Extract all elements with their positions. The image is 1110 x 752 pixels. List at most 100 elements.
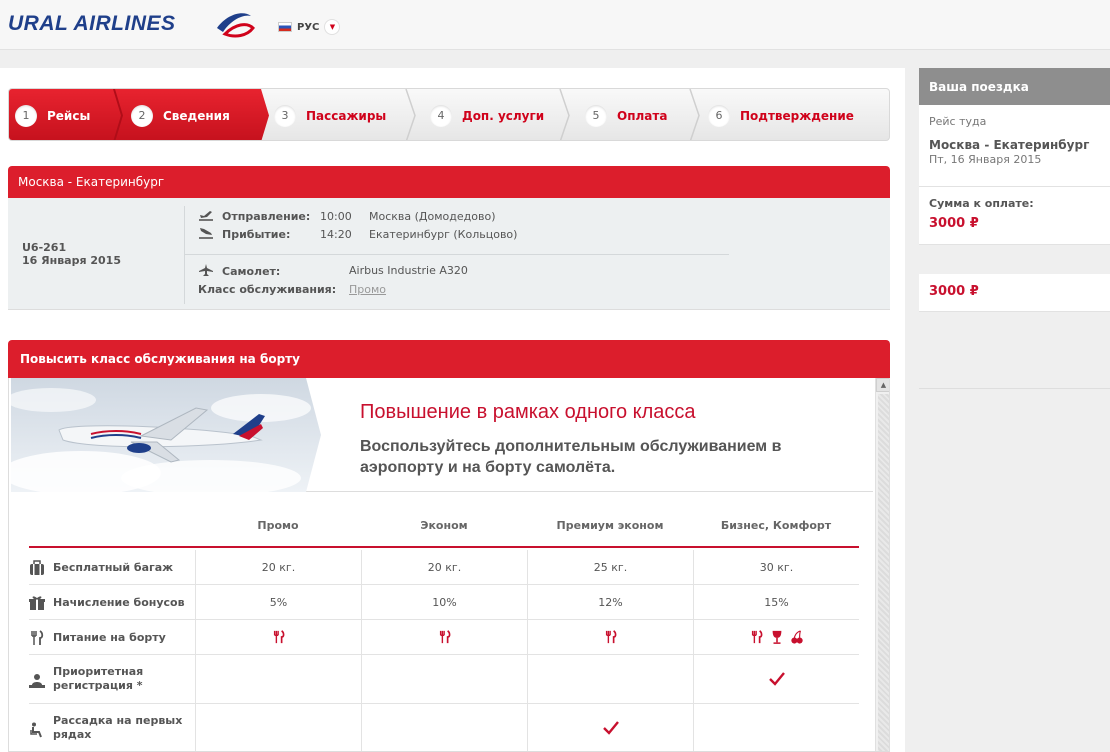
- service-class-label: Класс обслуживания:: [198, 283, 337, 296]
- gift-icon: [29, 596, 45, 610]
- row-label: Начисление бонусов: [53, 596, 185, 609]
- step-separator: [559, 89, 570, 140]
- step-label: Доп. услуги: [462, 108, 545, 123]
- step-number: 2: [131, 104, 153, 127]
- main-content: 1 Рейсы 2 Сведения 3 Пассажиры 4 Доп. ус…: [0, 68, 905, 752]
- table-row: Бесплатный багаж 20 кг. 20 кг. 25 кг. 30…: [29, 550, 859, 585]
- flight-number: U6-261: [22, 241, 67, 254]
- flight-route-header: Москва - Екатеринбург: [8, 166, 890, 198]
- table-cell: [527, 655, 693, 703]
- column-business-comfort: Бизнес, Комфорт: [720, 519, 832, 532]
- language-selector[interactable]: РУС ▼: [272, 16, 346, 38]
- table-cell: [361, 704, 527, 751]
- meal-icon: [273, 630, 284, 644]
- payment-total-card: Сумма к оплате: 3000 ₽: [919, 187, 1110, 245]
- banner-subtitle: Воспользуйтесь дополнительным обслуживан…: [360, 438, 782, 476]
- vertical-scrollbar[interactable]: ▲: [875, 378, 889, 751]
- arrival-airport: Екатеринбург (Кольцово): [369, 228, 518, 241]
- step-passengers[interactable]: 3 Пассажиры: [274, 89, 387, 140]
- step-number: 4: [430, 104, 452, 127]
- aircraft-label: Самолет:: [222, 265, 281, 278]
- scrollbar-track[interactable]: [878, 394, 889, 751]
- language-label: РУС: [297, 21, 320, 33]
- step-confirmation[interactable]: 6 Подтверждение: [708, 89, 854, 140]
- step-label: Пассажиры: [306, 108, 387, 123]
- leg-label: Рейс туда: [929, 115, 987, 128]
- airplane-icon: [199, 264, 213, 276]
- step-separator: [689, 89, 700, 140]
- table-cell: [527, 620, 693, 654]
- row-label: Питание на борту: [53, 631, 166, 644]
- meal-icon: [751, 630, 762, 644]
- table-cell: [361, 655, 527, 703]
- upgrade-banner: Повышение в рамках одного класса Восполь…: [11, 378, 873, 492]
- sidebar-title: Ваша поездка: [919, 68, 1110, 105]
- table-cell: [693, 620, 859, 654]
- step-number: 3: [274, 104, 296, 127]
- booking-steps: 1 Рейсы 2 Сведения 3 Пассажиры 4 Доп. ус…: [8, 88, 890, 141]
- meal-icon: [31, 630, 44, 645]
- top-header: URAL AIRLINES РУС ▼: [0, 0, 1110, 50]
- row-label: Приоритетная регистрация *: [53, 665, 144, 692]
- step-details[interactable]: 2 Сведения: [131, 89, 230, 140]
- airline-logo[interactable]: URAL AIRLINES: [8, 12, 176, 36]
- grand-total-price: 3000 ₽: [929, 284, 979, 299]
- step-number: 5: [585, 104, 607, 127]
- table-cell: 30 кг.: [693, 550, 859, 584]
- table-cell: 20 кг.: [361, 550, 527, 584]
- meal-icon: [605, 630, 616, 644]
- step-label: Рейсы: [47, 108, 91, 123]
- table-row: Рассадка на первых рядах: [29, 704, 859, 751]
- departure-airport: Москва (Домодедово): [369, 210, 496, 223]
- table-cell: [361, 620, 527, 654]
- table-row: Приоритетная регистрация *: [29, 655, 859, 704]
- table-cell: 12%: [527, 585, 693, 619]
- total-price: 3000 ₽: [929, 216, 979, 231]
- table-cell: [195, 655, 361, 703]
- table-cell: 10%: [361, 585, 527, 619]
- column-promo: Промо: [257, 519, 299, 532]
- step-number: 1: [15, 104, 37, 127]
- departure-label: Отправление:: [222, 210, 311, 223]
- table-row: Питание на борту: [29, 620, 859, 655]
- sidebar-date: Пт, 16 Января 2015: [929, 153, 1042, 166]
- table-header: Промо Эконом Премиум эконом Бизнес, Комф…: [29, 504, 859, 548]
- step-separator: [405, 89, 416, 140]
- table-cell: 20 кг.: [195, 550, 361, 584]
- flight-details: U6-261 16 Января 2015 Отправление: 10:00…: [8, 198, 890, 310]
- sidebar-route: Москва - Екатеринбург: [929, 138, 1090, 152]
- table-cell: 15%: [693, 585, 859, 619]
- baggage-icon: [30, 560, 44, 575]
- service-class-link[interactable]: Промо: [349, 283, 386, 296]
- arrival-label: Прибытие:: [222, 228, 291, 241]
- row-label: Рассадка на первых рядах: [53, 714, 183, 741]
- total-label: Сумма к оплате:: [929, 197, 1034, 210]
- upgrade-section-header: Повысить класс обслуживания на борту: [8, 340, 890, 378]
- checkmark-icon: [602, 721, 619, 735]
- logo-swoosh-icon: [217, 13, 255, 38]
- flight-number-date: U6-261 16 Января 2015: [22, 241, 121, 267]
- table-cell: [195, 704, 361, 751]
- step-flights[interactable]: 1 Рейсы: [15, 89, 91, 140]
- divider: [919, 388, 1110, 389]
- landing-icon: [199, 228, 213, 239]
- dessert-icon: [790, 630, 803, 644]
- step-label: Сведения: [163, 108, 230, 123]
- grand-total-card: 3000 ₽: [919, 274, 1110, 312]
- column-economy: Эконом: [420, 519, 468, 532]
- takeoff-icon: [199, 211, 213, 221]
- step-payment[interactable]: 5 Оплата: [585, 89, 668, 140]
- chevron-down-icon[interactable]: ▼: [324, 19, 341, 35]
- airplane-banner-image: [11, 378, 321, 492]
- table-cell: 5%: [195, 585, 361, 619]
- table-row: Начисление бонусов 5% 10% 12% 15%: [29, 585, 859, 620]
- table-cell: [527, 704, 693, 751]
- step-extras[interactable]: 4 Доп. услуги: [430, 89, 545, 140]
- table-cell: [693, 704, 859, 751]
- table-cell: [195, 620, 361, 654]
- scroll-up-icon[interactable]: ▲: [876, 378, 889, 392]
- row-label: Бесплатный багаж: [53, 561, 174, 574]
- step-label: Оплата: [617, 108, 668, 123]
- meal-icon: [439, 630, 450, 644]
- flight-date: 16 Января 2015: [22, 254, 121, 267]
